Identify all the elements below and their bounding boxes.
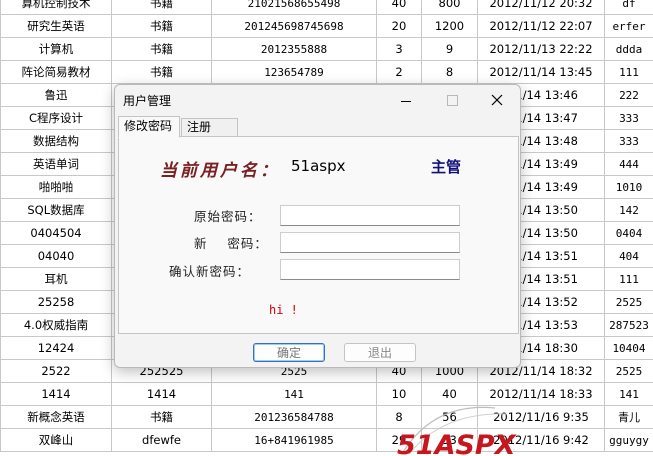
table-cell: dfewfe — [111, 428, 212, 452]
table-cell: 青儿 — [604, 405, 653, 429]
table-cell: 书籍 — [111, 60, 212, 84]
table-row[interactable]: 阵论简易教材 书籍 123654789 2 8 2012/11/14 13:45 111 — [0, 60, 653, 84]
change-password-panel: 当前用户名： 51aspx 主管 原始密码： 新 密码： 确认新密码： hi ! — [118, 136, 519, 334]
table-cell: 20 — [376, 14, 422, 38]
table-row[interactable]: 算机控制技术 书籍 21021568655498 40 800 2012/11/12 20… — [0, 0, 653, 15]
table-cell: 计算机 — [0, 37, 112, 61]
table-cell: 12424 — [0, 336, 112, 360]
table-cell: 3 — [376, 37, 422, 61]
new-password-input[interactable] — [280, 232, 460, 253]
table-cell: 1414 — [0, 382, 112, 406]
table-cell: 04040 — [0, 244, 112, 268]
table-cell: 啪啪啪 — [0, 175, 112, 199]
table-cell: 阵论简易教材 — [0, 60, 112, 84]
table-cell: 2012/11/12 22:07 — [477, 14, 605, 38]
table-cell: erfer — [604, 14, 653, 38]
table-cell: gguygy — [604, 428, 653, 452]
table-cell: 123654789 — [211, 60, 377, 84]
confirm-password-input[interactable] — [280, 259, 460, 280]
table-cell: 2012/11/14 13:45 — [477, 60, 605, 84]
svg-text:51ASPX: 51ASPX — [397, 430, 517, 456]
table-cell: 2 — [376, 60, 422, 84]
table-cell: 书籍 — [111, 14, 212, 38]
table-cell: 404 — [604, 244, 653, 268]
table-cell: 书籍 — [111, 37, 212, 61]
table-cell: 1200 — [421, 14, 478, 38]
table-cell: 4.0权威指南 — [0, 313, 112, 337]
table-row[interactable]: 1414 1414 141 10 40 2012/11/14 18:33 141 — [0, 382, 653, 406]
table-row[interactable]: 新概念英语 书籍 201236584788 8 56 2012/11/16 9:35 青儿 — [0, 405, 653, 429]
original-password-input[interactable] — [280, 205, 460, 226]
table-cell: 双峰山 — [0, 428, 112, 452]
table-cell: ddda — [604, 37, 653, 61]
table-cell: 书籍 — [111, 405, 212, 429]
table-cell: 0404504 — [0, 221, 112, 245]
table-cell: 8 — [421, 60, 478, 84]
table-cell: 444 — [604, 152, 653, 176]
table-cell: 鲁迅 — [0, 83, 112, 107]
current-user-label: 当前用户名： — [160, 161, 280, 181]
table-cell: 2012/11/13 22:22 — [477, 37, 605, 61]
table-row[interactable]: 研究生英语 书籍 201245698745698 20 1200 2012/11/12 2… — [0, 14, 653, 38]
status-message: hi ! — [269, 303, 298, 317]
confirm-password-label: 确认新密码： — [169, 264, 251, 279]
table-row[interactable]: 计算机 书籍 2012355888 3 9 2012/11/13 22:22 ddda — [0, 37, 653, 61]
ok-button[interactable]: 确定 — [253, 343, 325, 362]
table-cell: 英语单词 — [0, 152, 112, 176]
table-cell: 141 — [604, 382, 653, 406]
table-cell: 耳机 — [0, 267, 112, 291]
table-row[interactable]: 双峰山 dfewfe 16+841961985 29 53 2012/11/16 9:42… — [0, 428, 653, 452]
exit-button[interactable]: 退出 — [344, 343, 416, 362]
table-cell: df — [604, 0, 653, 15]
original-password-label: 原始密码： — [194, 209, 262, 224]
table-cell: SQL数据库 — [0, 198, 112, 222]
tab-register[interactable]: 注册 — [181, 118, 238, 137]
table-cell: 333 — [604, 106, 653, 130]
dialog-titlebar[interactable]: 用户管理 — [115, 85, 520, 115]
tab-change-password[interactable]: 修改密码 — [118, 116, 180, 138]
table-cell: 2012/11/12 20:32 — [477, 0, 605, 15]
table-cell: 222 — [604, 83, 653, 107]
minimize-icon — [401, 100, 411, 102]
close-button[interactable] — [474, 85, 520, 115]
table-cell: 1414 — [111, 382, 212, 406]
table-cell: 201236584788 — [211, 405, 377, 429]
table-cell: 0404 — [604, 221, 653, 245]
maximize-button — [429, 85, 475, 115]
table-cell: 2525 — [604, 359, 653, 383]
table-cell: 2522 — [0, 359, 112, 383]
table-cell: 数据结构 — [0, 129, 112, 153]
51aspx-logo: 51ASPX — [397, 406, 517, 456]
dialog-title: 用户管理 — [123, 94, 172, 108]
table-cell: 287523 — [604, 313, 653, 337]
table-cell: 800 — [421, 0, 478, 15]
table-cell: 1010 — [604, 175, 653, 199]
new-password-label: 新 密码： — [194, 236, 268, 251]
table-cell: 142 — [604, 198, 653, 222]
table-cell: 333 — [604, 129, 653, 153]
table-cell: 16+841961985 — [211, 428, 377, 452]
current-user-role: 主管 — [431, 158, 462, 176]
table-cell: 141 — [211, 382, 377, 406]
close-icon — [491, 94, 503, 106]
minimize-button[interactable] — [383, 85, 429, 115]
table-cell: 新概念英语 — [0, 405, 112, 429]
table-cell: 201245698745698 — [211, 14, 377, 38]
table-cell: 40 — [376, 0, 422, 15]
table-cell: 2525 — [604, 290, 653, 314]
user-management-dialog: 用户管理 修改密码 注册 当前用户名： 51aspx 主管 原始密码： 新 密码… — [114, 84, 521, 368]
maximize-icon — [446, 94, 458, 106]
table-cell: 研究生英语 — [0, 14, 112, 38]
table-cell: 10404 — [604, 336, 653, 360]
table-cell: 算机控制技术 — [0, 0, 112, 15]
table-cell: 2012355888 — [211, 37, 377, 61]
current-user-name: 51aspx — [291, 157, 346, 175]
table-cell: 25258 — [0, 290, 112, 314]
table-cell: 9 — [421, 37, 478, 61]
table-cell: C程序设计 — [0, 106, 112, 130]
table-cell: 书籍 — [111, 0, 212, 15]
table-cell: 21021568655498 — [211, 0, 377, 15]
table-cell: 111 — [604, 60, 653, 84]
table-cell: 111 — [604, 267, 653, 291]
